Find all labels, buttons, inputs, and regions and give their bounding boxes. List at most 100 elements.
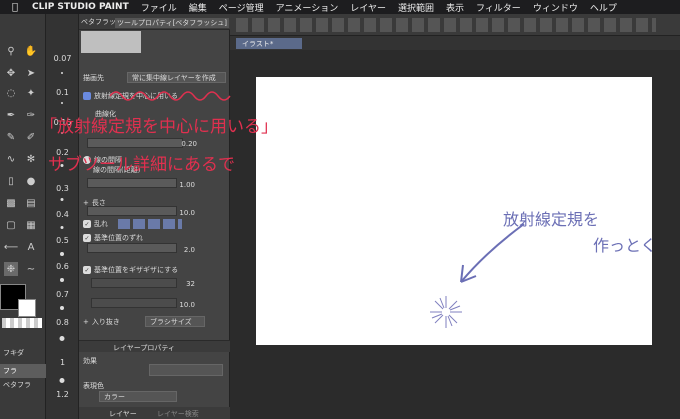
object-icon[interactable]: ➤ [24, 66, 38, 80]
eraser-icon[interactable]: ▯ [4, 174, 18, 188]
zoom-icon[interactable]: ⚲ [4, 44, 18, 58]
tab-layer-search[interactable]: レイヤー検索 [157, 409, 199, 419]
sub-color-swatch[interactable] [18, 299, 36, 317]
random-checkbox[interactable]: ✓ [83, 220, 91, 228]
hand-icon[interactable]: ✋ [24, 44, 38, 58]
tab-tool-property[interactable]: ツールプロパティ[ベタフラッシュ] [115, 18, 230, 28]
use-ruler-checkbox[interactable] [83, 92, 91, 100]
plus-icon[interactable]: + [83, 318, 89, 326]
brush-size-7[interactable]: 0.6 [46, 262, 79, 271]
menu-selection[interactable]: 選択範囲 [398, 1, 434, 14]
gradient-icon[interactable]: ▤ [24, 196, 38, 210]
base-shift-checkbox[interactable]: ✓ [83, 234, 91, 242]
command-buttons[interactable] [236, 18, 656, 32]
brush-size-label: 1.2 [56, 390, 69, 399]
spacing-value: 1.00 [179, 181, 195, 189]
brush-size-10[interactable]: 1 [46, 358, 79, 367]
figure-icon[interactable]: ▢ [4, 218, 18, 232]
inout-select[interactable]: ブラシサイズ [145, 316, 205, 327]
height-value: 10.0 [179, 301, 195, 309]
brush-size-1[interactable]: 0.1 [46, 88, 79, 97]
brush-size-0[interactable]: 0.07 [46, 54, 79, 63]
text-icon[interactable]: A [24, 240, 38, 254]
subtool-item-label: ベタフラ [3, 381, 31, 389]
layer-panel-tabbar: レイヤープロパティ [79, 340, 230, 352]
brush-size-11[interactable]: 1.2 [46, 390, 79, 399]
layer-bottom-tabs: レイヤー レイヤー検索 [79, 407, 230, 419]
count-slider[interactable] [91, 278, 177, 288]
count-value: 32 [186, 280, 195, 288]
menu-layer[interactable]: レイヤー [350, 1, 386, 14]
inout-label: 入り抜き [91, 318, 120, 326]
brush-icon[interactable]: ✐ [24, 130, 38, 144]
expression-label: 表現色 [83, 382, 104, 390]
airbrush-icon[interactable]: ∿ [4, 152, 18, 166]
document-tabbar: イラスト* [230, 36, 680, 50]
color-mode-select[interactable]: カラー [99, 391, 177, 402]
tab-layer[interactable]: レイヤー [109, 409, 137, 419]
length-value: 10.0 [179, 209, 195, 217]
tab-layer-property[interactable]: レイヤープロパティ [113, 343, 175, 353]
move-icon[interactable]: ✥ [4, 66, 18, 80]
transparent-color-swatch[interactable] [2, 318, 42, 328]
menu-animation[interactable]: アニメーション [276, 1, 339, 14]
lasso-icon[interactable]: ◌ [4, 86, 18, 100]
menu-edit[interactable]: 編集 [189, 1, 207, 14]
command-bar [230, 14, 680, 36]
menu-file[interactable]: ファイル [141, 1, 177, 14]
balloon-icon[interactable]: ❉ [4, 262, 18, 276]
brush-dot [60, 252, 64, 256]
brush-dot [61, 72, 63, 74]
eyedropper-icon[interactable]: ✒ [4, 108, 18, 122]
blend-icon[interactable]: ● [24, 174, 38, 188]
brush-dot [60, 198, 64, 201]
base-shift-label: 基準位置のずれ [94, 234, 143, 242]
brush-size-5[interactable]: 0.4 [46, 210, 79, 219]
zigzag-checkbox[interactable]: ✓ [83, 266, 91, 274]
fill-icon[interactable]: ▩ [4, 196, 18, 210]
menu-help[interactable]: ヘルプ [590, 1, 617, 14]
decoration-icon[interactable]: ✻ [24, 152, 38, 166]
brush-size-6[interactable]: 0.5 [46, 236, 79, 245]
brush-size-label: 0.1 [56, 88, 69, 97]
spacing-slider[interactable] [87, 178, 177, 188]
ruler-icon[interactable]: ⟵ [4, 240, 18, 254]
menu-view[interactable]: 表示 [446, 1, 464, 14]
subtool-item-label: フキダ [3, 349, 24, 357]
length-slider[interactable] [87, 206, 177, 216]
brush-size-4[interactable]: 0.3 [46, 184, 79, 193]
frame-icon[interactable]: ▦ [24, 218, 38, 232]
menu-filter[interactable]: フィルター [476, 1, 521, 14]
correct-line-icon[interactable]: ∼ [24, 262, 38, 276]
zigzag-row: ✓ 基準位置をギザギザにする [83, 264, 228, 276]
brush-size-label: 0.3 [56, 184, 69, 193]
brush-size-8[interactable]: 0.7 [46, 290, 79, 299]
height-slider[interactable] [91, 298, 177, 308]
apple-icon[interactable]:  [8, 2, 22, 13]
panel-tabs: ベタフラッシュ ツールプロパティ[ベタフラッシュ] [79, 14, 230, 30]
base-shift-slider[interactable] [87, 243, 177, 253]
document-tab[interactable]: イラスト* [236, 38, 302, 49]
pen-icon[interactable]: ✑ [24, 108, 38, 122]
document-tab-label: イラスト* [242, 39, 274, 48]
target-select[interactable]: 常に集中線レイヤーを作成 [127, 72, 226, 83]
menu-page[interactable]: ページ管理 [219, 1, 264, 14]
pencil-icon[interactable]: ✎ [4, 130, 18, 144]
brush-size-label: 0.5 [56, 236, 69, 245]
target-value: 常に集中線レイヤーを作成 [132, 73, 216, 82]
menu-bar:  CLIP STUDIO PAINT ファイル 編集 ページ管理 アニメーショ… [0, 0, 680, 14]
width-slider[interactable] [87, 138, 183, 148]
red-annotation-line2: サブツール詳細にあるで [48, 155, 235, 175]
brush-size-9[interactable]: 0.8 [46, 318, 79, 327]
subtool-item-0[interactable]: フキダ [0, 348, 46, 360]
subtool-item-2[interactable]: ベタフラ [0, 380, 46, 392]
random-curve-presets[interactable] [118, 219, 182, 229]
blue-annotation-line2: 作っとく [593, 236, 657, 255]
menu-window[interactable]: ウィンドウ [533, 1, 578, 14]
menu-app-name[interactable]: CLIP STUDIO PAINT [32, 2, 129, 12]
brush-dot [59, 336, 65, 341]
base-shift-value: 2.0 [183, 246, 195, 254]
effect-buttons[interactable] [149, 364, 223, 376]
wand-icon[interactable]: ✦ [24, 86, 38, 100]
subtool-item-1[interactable]: フラ [0, 364, 46, 378]
